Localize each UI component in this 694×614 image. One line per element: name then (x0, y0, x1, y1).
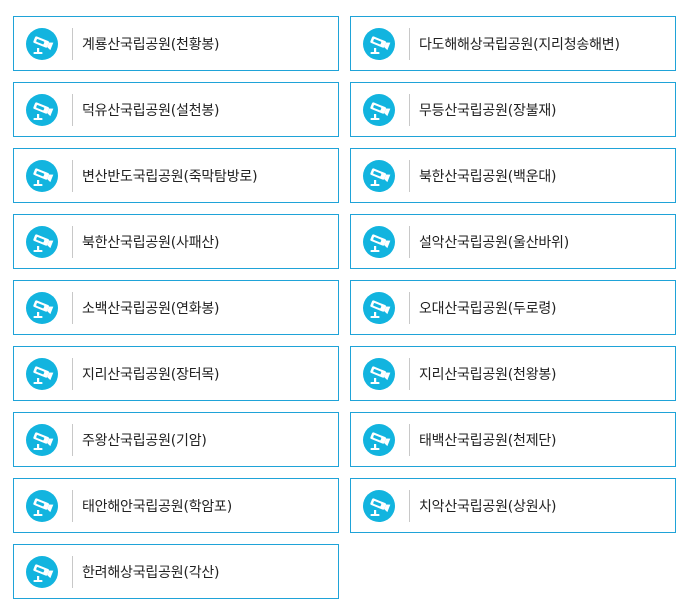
camera-label: 지리산국립공원(천왕봉) (419, 366, 557, 383)
camera-label: 덕유산국립공원(설천봉) (82, 102, 220, 119)
camera-label: 무등산국립공원(장불재) (419, 102, 557, 119)
camera-label: 소백산국립공원(연화봉) (82, 300, 220, 317)
cctv-camera-icon (26, 225, 58, 258)
camera-card[interactable]: 태안해안국립공원(학암포) (13, 478, 339, 533)
cctv-camera-icon (26, 93, 58, 126)
camera-label: 지리산국립공원(장터목) (82, 366, 220, 383)
camera-card[interactable]: 북한산국립공원(사패산) (13, 214, 339, 269)
card-divider (72, 93, 73, 126)
card-divider (72, 489, 73, 522)
camera-card[interactable]: 덕유산국립공원(설천봉) (13, 82, 339, 137)
cctv-camera-icon (26, 423, 58, 456)
camera-label: 계룡산국립공원(천황봉) (82, 36, 220, 53)
card-divider (409, 489, 410, 522)
camera-card[interactable]: 변산반도국립공원(죽막탐방로) (13, 148, 339, 203)
card-divider (72, 555, 73, 588)
camera-label: 북한산국립공원(백운대) (419, 168, 557, 185)
camera-card[interactable]: 계룡산국립공원(천황봉) (13, 16, 339, 71)
camera-card[interactable]: 다도해해상국립공원(지리청송해변) (350, 16, 676, 71)
cctv-camera-icon (26, 555, 58, 588)
camera-label: 북한산국립공원(사패산) (82, 234, 220, 251)
cctv-camera-icon (363, 423, 395, 456)
cctv-camera-icon (26, 291, 58, 324)
card-divider (72, 27, 73, 60)
camera-card[interactable]: 치악산국립공원(상원사) (350, 478, 676, 533)
cctv-camera-icon (26, 27, 58, 60)
camera-card[interactable]: 무등산국립공원(장불재) (350, 82, 676, 137)
card-divider (409, 423, 410, 456)
camera-card[interactable]: 북한산국립공원(백운대) (350, 148, 676, 203)
camera-list-grid: 계룡산국립공원(천황봉) 다도해해상국립공원(지리청송해변) 덕유산국립공원(설… (13, 16, 677, 599)
camera-card[interactable]: 지리산국립공원(장터목) (13, 346, 339, 401)
cctv-camera-icon (363, 225, 395, 258)
card-divider (72, 423, 73, 456)
card-divider (72, 159, 73, 192)
camera-label: 오대산국립공원(두로령) (419, 300, 557, 317)
camera-card[interactable]: 오대산국립공원(두로령) (350, 280, 676, 335)
camera-label: 주왕산국립공원(기암) (82, 432, 207, 449)
camera-card[interactable]: 소백산국립공원(연화봉) (13, 280, 339, 335)
cctv-camera-icon (363, 159, 395, 192)
cctv-camera-icon (363, 357, 395, 390)
card-divider (409, 357, 410, 390)
camera-label: 변산반도국립공원(죽막탐방로) (82, 168, 258, 185)
camera-card[interactable]: 주왕산국립공원(기암) (13, 412, 339, 467)
cctv-camera-icon (363, 27, 395, 60)
card-divider (409, 291, 410, 324)
camera-label: 설악산국립공원(울산바위) (419, 234, 570, 251)
camera-card[interactable]: 설악산국립공원(울산바위) (350, 214, 676, 269)
card-divider (409, 93, 410, 126)
cctv-camera-icon (26, 159, 58, 192)
camera-card[interactable]: 한려해상국립공원(각산) (13, 544, 339, 599)
camera-card[interactable]: 태백산국립공원(천제단) (350, 412, 676, 467)
cctv-camera-icon (363, 291, 395, 324)
camera-label: 치악산국립공원(상원사) (419, 498, 557, 515)
card-divider (409, 159, 410, 192)
card-divider (72, 225, 73, 258)
card-divider (72, 357, 73, 390)
cctv-camera-icon (363, 93, 395, 126)
camera-label: 태안해안국립공원(학암포) (82, 498, 233, 515)
camera-label: 한려해상국립공원(각산) (82, 564, 220, 581)
card-divider (409, 27, 410, 60)
camera-label: 태백산국립공원(천제단) (419, 432, 557, 449)
camera-label: 다도해해상국립공원(지리청송해변) (419, 36, 620, 53)
card-divider (409, 225, 410, 258)
cctv-camera-icon (363, 489, 395, 522)
cctv-camera-icon (26, 357, 58, 390)
card-divider (72, 291, 73, 324)
camera-card[interactable]: 지리산국립공원(천왕봉) (350, 346, 676, 401)
cctv-camera-icon (26, 489, 58, 522)
